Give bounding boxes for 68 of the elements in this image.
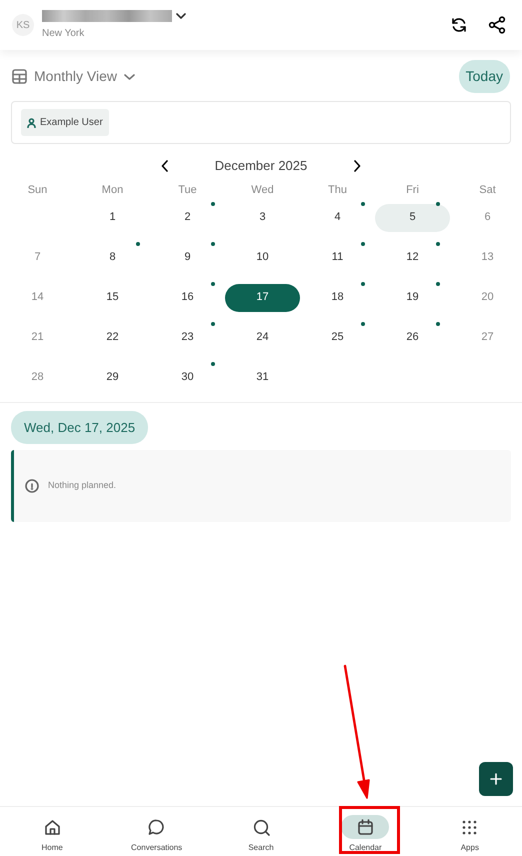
day-button[interactable]: 11 [300, 244, 375, 272]
day-button[interactable]: 14 [0, 284, 75, 312]
weekday-label: Fri [405, 182, 420, 198]
day-button[interactable]: 15 [75, 284, 150, 312]
day-button[interactable]: 27 [450, 324, 522, 352]
day-button[interactable]: 16 [150, 284, 225, 312]
nav-tab[interactable]: Conversations [104, 807, 209, 856]
day-button[interactable]: 6 [450, 204, 522, 232]
day-button[interactable]: 5 [375, 204, 450, 232]
day-button[interactable]: 25 [300, 324, 375, 352]
today-button[interactable]: Today [458, 60, 510, 93]
empty-message: Nothing planned. [48, 479, 116, 492]
user-chip[interactable]: Example User [21, 109, 109, 136]
add-button[interactable] [479, 762, 513, 796]
selected-date-label: Wed, Dec 17, 2025 [11, 410, 148, 444]
day-button[interactable]: 24 [225, 324, 300, 352]
day-button[interactable]: 4 [300, 204, 375, 232]
location-text: New York [42, 26, 86, 40]
chevron-down-icon[interactable] [176, 12, 186, 20]
view-dropdown[interactable]: Monthly View [12, 66, 136, 87]
nav-tab[interactable]: Calendar [313, 807, 418, 856]
day-button[interactable]: 13 [450, 244, 522, 272]
search-icon [252, 818, 271, 836]
day-button[interactable]: 31 [225, 364, 300, 392]
weekday-label: Sat [478, 182, 497, 198]
weekday-label: Tue [177, 182, 198, 198]
chevron-down-icon [124, 72, 136, 80]
weekday-label: Sun [26, 182, 48, 198]
info-circle-icon [24, 478, 40, 494]
plus-icon [489, 772, 503, 786]
day-button[interactable]: 21 [0, 324, 75, 352]
weekday-label: Wed [250, 182, 275, 198]
person-icon [27, 118, 36, 128]
weekday-label: Mon [100, 182, 124, 198]
day-button[interactable]: 10 [225, 244, 300, 272]
day-button[interactable]: 18 [300, 284, 375, 312]
grid-icon [460, 818, 480, 836]
chevron-right-icon [353, 160, 362, 172]
table-icon [12, 69, 27, 84]
day-button[interactable]: 23 [150, 324, 225, 352]
day-button[interactable]: 7 [0, 244, 75, 272]
day-button[interactable]: 22 [75, 324, 150, 352]
nav-tab[interactable]: Search [208, 807, 314, 856]
day-button[interactable]: 19 [375, 284, 450, 312]
day-button[interactable]: 9 [150, 244, 225, 272]
day-button[interactable]: 12 [375, 244, 450, 272]
day-button[interactable]: 17 [225, 284, 300, 312]
chevron-left-icon [160, 160, 169, 172]
day-button[interactable]: 28 [0, 364, 75, 392]
nav-tab[interactable]: Apps [418, 807, 522, 856]
day-button[interactable]: 29 [75, 364, 150, 392]
nav-tab[interactable]: Home [0, 807, 104, 856]
month-title: December 2025 [214, 157, 308, 175]
avatar: KS [12, 14, 34, 36]
day-button[interactable]: 3 [225, 204, 300, 232]
weekday-label: Thu [327, 182, 348, 198]
day-button[interactable]: 2 [150, 204, 225, 232]
day-button[interactable]: 1 [75, 204, 150, 232]
day-button[interactable]: 30 [150, 364, 225, 392]
share-button[interactable] [486, 14, 508, 36]
refresh-icon [450, 16, 468, 34]
home-icon [42, 818, 62, 836]
day-button[interactable]: 20 [450, 284, 522, 312]
day-button[interactable]: 8 [75, 244, 150, 272]
speech-bubble-icon [147, 818, 166, 836]
share-icon [488, 16, 506, 34]
day-button[interactable]: 26 [375, 324, 450, 352]
calendar-icon [356, 818, 375, 836]
